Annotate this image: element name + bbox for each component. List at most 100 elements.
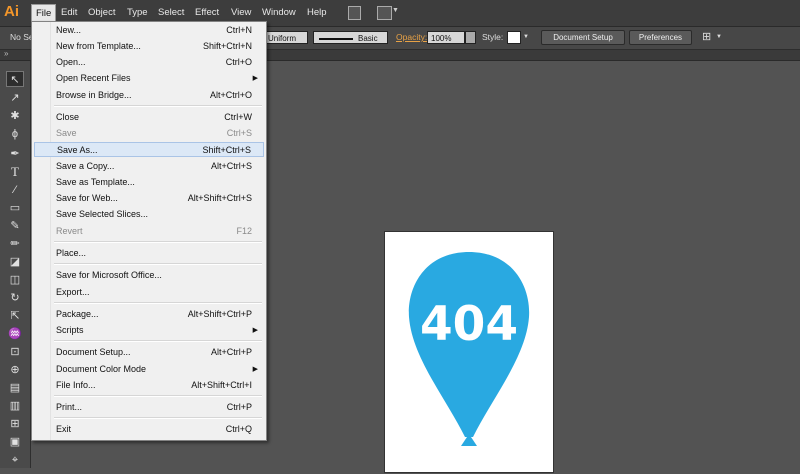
scale-tool-icon[interactable]: ⇱ — [6, 308, 24, 324]
menu-item-label: File Info... — [56, 380, 96, 390]
menu-item-package[interactable]: Package... Alt+Shift+Ctrl+P — [34, 307, 264, 322]
menu-item-save-for-web[interactable]: Save for Web... Alt+Shift+Ctrl+S — [34, 191, 264, 206]
file-menu-dropdown: New... Ctrl+N New from Template... Shift… — [31, 21, 267, 441]
menu-item-revert: Revert F12 — [34, 224, 264, 239]
arrange-icon[interactable]: ⊞ — [702, 30, 711, 43]
selection-tool-icon[interactable]: ↖ — [6, 71, 24, 87]
menu-edit[interactable]: Edit — [57, 4, 81, 21]
gradient-tool-icon[interactable]: ▣ — [6, 434, 24, 450]
menu-item-close[interactable]: Close Ctrl+W — [34, 110, 264, 125]
line-tool-icon[interactable]: ⁄ — [6, 182, 24, 198]
menu-item-save-for-microsoft-office[interactable]: Save for Microsoft Office... — [34, 268, 264, 283]
direct-selection-tool-icon[interactable]: ↗ — [6, 90, 24, 106]
submenu-arrow-icon: ▶ — [252, 366, 258, 373]
chevron-down-icon[interactable]: ▼ — [392, 7, 399, 14]
menu-item-label: Open... — [56, 57, 86, 67]
menu-item-save-as[interactable]: Save As... Shift+Ctrl+S — [34, 142, 264, 157]
menu-separator — [54, 340, 262, 342]
rectangle-tool-icon[interactable]: ▭ — [6, 200, 24, 216]
menu-item-label: Scripts — [56, 325, 84, 335]
rotate-tool-icon[interactable]: ↻ — [6, 290, 24, 306]
warp-tool-icon[interactable]: ♒ — [6, 326, 24, 342]
style-label: Style: — [482, 32, 504, 42]
menu-item-exit[interactable]: Exit Ctrl+Q — [34, 422, 264, 437]
menu-separator — [54, 417, 262, 419]
type-tool-icon[interactable]: T — [6, 164, 24, 180]
menu-item-label: Close — [56, 112, 80, 122]
menu-effect[interactable]: Effect — [191, 4, 223, 21]
menu-item-label: Save — [56, 128, 77, 138]
pencil-tool-icon[interactable]: ✏ — [6, 236, 24, 252]
stroke-profile-select[interactable]: Uniform — [264, 31, 308, 44]
pen-tool-icon[interactable]: ✒ — [6, 146, 24, 162]
menu-item-label: Save as Template... — [56, 177, 135, 187]
panel-menu-chevron-icon[interactable]: ▼ — [716, 34, 722, 40]
submenu-arrow-icon: ▶ — [252, 327, 258, 334]
menu-item-shortcut: Alt+Shift+Ctrl+S — [187, 193, 252, 203]
menu-item-scripts[interactable]: Scripts ▶ — [34, 323, 264, 338]
menu-item-shortcut: F12 — [236, 226, 252, 236]
menu-item-shortcut: Alt+Shift+Ctrl+I — [191, 380, 252, 390]
menu-item-save-selected-slices[interactable]: Save Selected Slices... — [34, 207, 264, 222]
paintbrush-tool-icon[interactable]: ✎ — [6, 218, 24, 234]
menu-item-export[interactable]: Export... — [34, 285, 264, 300]
menu-item-label: Save a Copy... — [56, 161, 115, 171]
menu-item-new-from-template[interactable]: New from Template... Shift+Ctrl+N — [34, 39, 264, 54]
menu-item-save-a-copy[interactable]: Save a Copy... Alt+Ctrl+S — [34, 159, 264, 174]
opacity-label[interactable]: Opacity: — [396, 32, 427, 42]
balloon-illustration: 404 — [408, 252, 530, 446]
menu-item-place[interactable]: Place... — [34, 246, 264, 261]
menu-item-open[interactable]: Open... Ctrl+O — [34, 55, 264, 70]
submenu-arrow-icon: ▶ — [252, 75, 258, 82]
menu-item-print[interactable]: Print... Ctrl+P — [34, 400, 264, 415]
menu-separator — [54, 263, 262, 265]
menu-item-shortcut: Shift+Ctrl+N — [202, 41, 252, 51]
column-graph-tool-icon[interactable]: ▥ — [6, 398, 24, 414]
menu-item-shortcut: Ctrl+W — [224, 112, 252, 122]
menu-type[interactable]: Type — [123, 4, 152, 21]
menu-item-browse-in-bridge[interactable]: Browse in Bridge... Alt+Ctrl+O — [34, 88, 264, 103]
bridge-icon[interactable] — [348, 6, 361, 20]
eyedropper-tool-icon[interactable]: ⌖ — [6, 452, 24, 468]
menu-item-document-setup[interactable]: Document Setup... Alt+Ctrl+P — [34, 345, 264, 360]
menu-item-save: Save Ctrl+S — [34, 126, 264, 141]
menu-window[interactable]: Window — [258, 4, 300, 21]
menu-item-new[interactable]: New... Ctrl+N — [34, 23, 264, 38]
menu-item-label: Package... — [56, 309, 99, 319]
document-setup-button[interactable]: Document Setup — [541, 30, 625, 45]
menu-item-document-color-mode[interactable]: Document Color Mode ▶ — [34, 362, 264, 377]
lasso-tool-icon[interactable]: ϕ — [6, 126, 24, 142]
menu-item-file-info[interactable]: File Info... Alt+Shift+Ctrl+I — [34, 378, 264, 393]
brush-select[interactable]: Basic — [313, 31, 388, 44]
graph-tool-icon[interactable]: ▤ — [6, 380, 24, 396]
menu-item-shortcut: Alt+Ctrl+O — [209, 90, 252, 100]
blob-brush-tool-icon[interactable]: ◪ — [6, 254, 24, 270]
menu-item-open-recent-files[interactable]: Open Recent Files ▶ — [34, 71, 264, 86]
menu-item-label: Document Setup... — [56, 347, 131, 357]
collapse-panel-icon[interactable]: » — [4, 49, 8, 58]
menu-item-label: Save for Microsoft Office... — [56, 270, 162, 280]
arrange-documents-icon[interactable] — [377, 6, 392, 20]
magic-wand-tool-icon[interactable]: ✱ — [6, 108, 24, 124]
free-transform-tool-icon[interactable]: ⊡ — [6, 344, 24, 360]
preferences-button[interactable]: Preferences — [629, 30, 692, 45]
opacity-input[interactable]: 100% — [427, 31, 465, 44]
menu-item-shortcut: Ctrl+P — [226, 402, 252, 412]
menu-item-shortcut: Ctrl+Q — [225, 424, 252, 434]
menu-item-label: New from Template... — [56, 41, 141, 51]
menu-separator — [54, 105, 262, 107]
menu-select[interactable]: Select — [154, 4, 188, 21]
menu-help[interactable]: Help — [303, 4, 331, 21]
mesh-tool-icon[interactable]: ⊞ — [6, 416, 24, 432]
shape-builder-tool-icon[interactable]: ⊕ — [6, 362, 24, 378]
menu-item-save-as-template[interactable]: Save as Template... — [34, 175, 264, 190]
menu-item-label: Save for Web... — [56, 193, 118, 203]
style-chevron-icon[interactable]: ▼ — [523, 34, 529, 40]
menu-object[interactable]: Object — [84, 4, 119, 21]
style-swatch[interactable] — [507, 31, 521, 44]
eraser-tool-icon[interactable]: ◫ — [6, 272, 24, 288]
menu-separator — [54, 302, 262, 304]
menu-view[interactable]: View — [227, 4, 255, 21]
artboard[interactable]: 404 — [385, 232, 553, 472]
opacity-dropdown-arrow[interactable] — [465, 31, 476, 44]
